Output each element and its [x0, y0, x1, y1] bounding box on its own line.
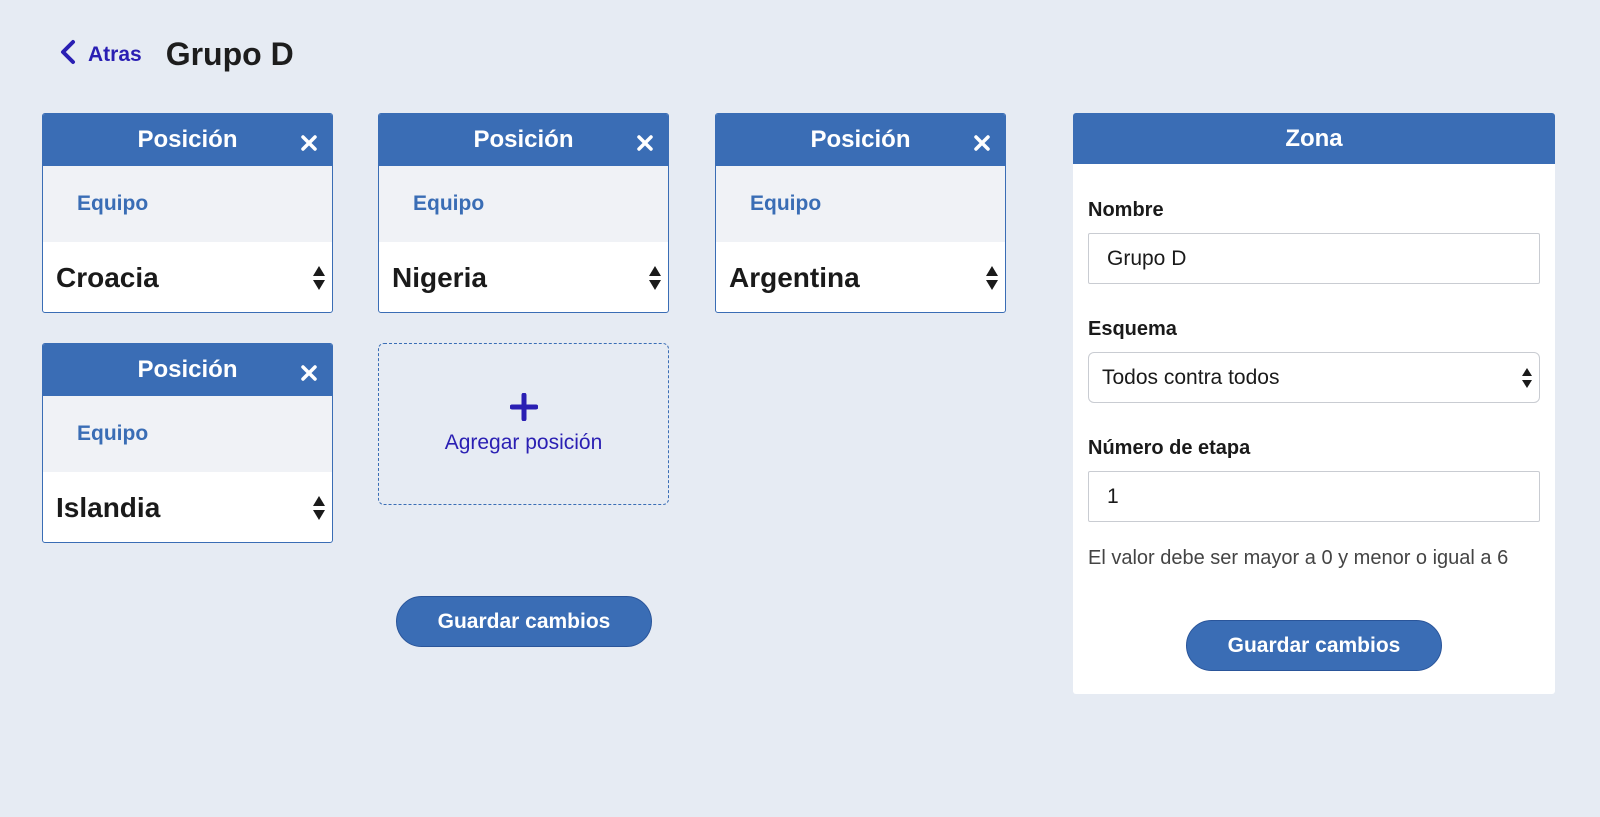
- name-input[interactable]: [1088, 233, 1540, 284]
- position-card: Posición Equipo Nigeria: [378, 113, 669, 313]
- close-icon[interactable]: [636, 131, 654, 151]
- select-arrows-icon: [649, 266, 661, 290]
- stage-hint: El valor debe ser mayor a 0 y menor o ig…: [1088, 547, 1509, 569]
- team-select-value: Argentina: [729, 262, 860, 293]
- add-position-label: Agregar posición: [444, 431, 603, 454]
- scheme-select-value: Todos contra todos: [1102, 365, 1280, 389]
- team-select[interactable]: Islandia: [43, 472, 332, 542]
- position-card-title: Posición: [810, 126, 911, 153]
- select-arrows-icon: [1522, 367, 1532, 388]
- position-card: Posición Equipo Croacia: [42, 113, 333, 313]
- team-select[interactable]: Croacia: [43, 242, 332, 312]
- team-select-value: Croacia: [56, 262, 159, 293]
- select-arrows-icon: [313, 496, 325, 520]
- scheme-label: Esquema: [1088, 318, 1177, 340]
- position-card: Posición Equipo Islandia: [42, 343, 333, 543]
- close-icon[interactable]: [973, 131, 991, 151]
- add-position-button[interactable]: Agregar posición: [378, 343, 669, 505]
- position-card: Posición Equipo Argentina: [715, 113, 1006, 313]
- plus-icon: [509, 393, 538, 421]
- close-icon[interactable]: [300, 361, 318, 381]
- team-label: Equipo: [43, 166, 332, 242]
- chevron-left-icon: [58, 39, 78, 71]
- name-label: Nombre: [1088, 199, 1164, 221]
- position-card-header: Posición: [43, 344, 332, 396]
- scheme-select[interactable]: Todos contra todos: [1088, 352, 1540, 403]
- select-arrows-icon: [986, 266, 998, 290]
- team-select-value: Nigeria: [392, 262, 487, 293]
- position-card-title: Posición: [137, 126, 238, 153]
- save-zone-button[interactable]: Guardar cambios: [1186, 620, 1442, 671]
- team-label: Equipo: [379, 166, 668, 242]
- position-card-title: Posición: [473, 126, 574, 153]
- position-card-header: Posición: [716, 114, 1005, 166]
- stage-number-label: Número de etapa: [1088, 437, 1251, 459]
- select-arrows-icon: [313, 266, 325, 290]
- back-link[interactable]: Atras: [58, 39, 142, 71]
- zone-panel-title: Zona: [1073, 113, 1555, 164]
- team-label: Equipo: [43, 396, 332, 472]
- save-positions-button[interactable]: Guardar cambios: [396, 596, 652, 647]
- position-card-title: Posición: [137, 356, 238, 383]
- stage-number-input[interactable]: [1088, 471, 1540, 522]
- back-label: Atras: [88, 42, 142, 66]
- position-card-header: Posición: [43, 114, 332, 166]
- team-select[interactable]: Nigeria: [379, 242, 668, 312]
- page-title: Grupo D: [165, 36, 294, 72]
- position-card-header: Posición: [379, 114, 668, 166]
- page-header: Atras Grupo D: [58, 36, 294, 73]
- close-icon[interactable]: [300, 131, 318, 151]
- team-label: Equipo: [716, 166, 1005, 242]
- team-select-value: Islandia: [56, 492, 161, 523]
- zone-panel: Zona Nombre Esquema Todos contra todos N…: [1073, 113, 1555, 694]
- team-select[interactable]: Argentina: [716, 242, 1005, 312]
